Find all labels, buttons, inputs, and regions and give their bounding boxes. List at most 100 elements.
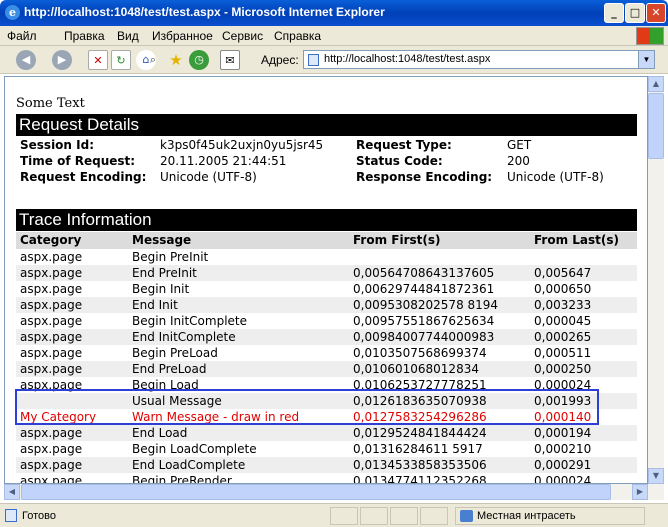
cell-message: Begin PreLoad <box>132 346 218 360</box>
cell-from-last: 0,000265 <box>534 330 592 344</box>
cell-message: End PreLoad <box>132 362 207 376</box>
windows-logo-icon <box>636 27 664 45</box>
request-type-label: Request Type: <box>356 138 452 152</box>
time-label: Time of Request: <box>20 154 136 168</box>
scroll-right-icon[interactable]: ▶ <box>632 484 648 500</box>
status-page-icon <box>5 509 17 522</box>
address-dropdown-icon[interactable]: ▼ <box>638 51 654 68</box>
cell-from-last: 0,000650 <box>534 282 592 296</box>
back-icon[interactable]: ◀ <box>16 50 36 70</box>
table-row: aspx.page End Init 0,0095308202578 8194 0,0… <box>16 297 637 313</box>
cell-from-first: 0,0129524841844424 <box>353 426 487 440</box>
intranet-icon <box>460 510 473 522</box>
cell-from-first: 0,0095308202578 8194 <box>353 298 499 312</box>
menu-view[interactable]: Вид <box>117 29 139 43</box>
menu-file[interactable]: Файл <box>7 29 37 43</box>
vertical-scrollbar[interactable]: ▲ ▼ <box>648 76 664 500</box>
address-input[interactable]: http://localhost:1048/test/test.aspx ▼ <box>303 50 655 69</box>
cell-message: Begin PreRender <box>132 474 232 484</box>
some-text: Some Text <box>16 96 85 111</box>
request-type-value: GET <box>507 138 532 152</box>
cell-from-first: 0,010601068012834 <box>353 362 479 376</box>
horizontal-scrollbar[interactable]: ◀ ▶ <box>4 484 648 500</box>
search-icon[interactable]: ⌕ <box>143 50 163 70</box>
stop-icon[interactable]: ✕ <box>88 50 108 70</box>
response-encoding-value: Unicode (UTF-8) <box>507 170 604 184</box>
cell-category: aspx.page <box>20 298 83 312</box>
cell-from-first: 0,00984007744000983 <box>353 330 495 344</box>
menu-favorites[interactable]: Избранное <box>152 29 213 43</box>
cell-category: aspx.page <box>20 474 83 484</box>
table-row: aspx.page End PreInit 0,00564708643137605 0… <box>16 265 637 281</box>
address-label: Адрес: <box>261 53 299 67</box>
page-icon <box>308 54 319 66</box>
cell-category: aspx.page <box>20 458 83 472</box>
time-value: 20.11.2005 21:44:51 <box>160 154 287 168</box>
forward-icon[interactable]: ▶ <box>52 50 72 70</box>
favorites-icon[interactable]: ★ <box>166 50 186 70</box>
table-row: aspx.page End PreLoad 0,010601068012834 0,0… <box>16 361 637 377</box>
status-bar: Готово Местная интрасеть <box>0 503 668 527</box>
cell-message: Begin InitComplete <box>132 314 248 328</box>
cell-message: End PreInit <box>132 266 197 280</box>
session-id-value: k3ps0f45uk2uxjn0yu5jsr45 <box>160 138 324 152</box>
refresh-icon[interactable]: ↻ <box>111 50 131 70</box>
cell-message: Begin LoadComplete <box>132 442 257 456</box>
request-encoding-value: Unicode (UTF-8) <box>160 170 257 184</box>
request-details-header: Request Details <box>16 114 637 136</box>
scroll-up-icon[interactable]: ▲ <box>648 76 664 92</box>
cell-from-first: 0,00564708643137605 <box>353 266 495 280</box>
cell-message: End Load <box>132 426 188 440</box>
scroll-left-icon[interactable]: ◀ <box>4 484 20 500</box>
cell-from-last: 0,003233 <box>534 298 592 312</box>
close-button[interactable]: ✕ <box>646 3 666 23</box>
menu-tools[interactable]: Сервис <box>222 29 263 43</box>
table-row: aspx.page Begin PreRender 0,01347741123522… <box>16 473 637 484</box>
horizontal-scroll-thumb[interactable] <box>21 484 611 500</box>
cell-from-first: 0,01316284611 5917 <box>353 442 483 456</box>
menu-help[interactable]: Справка <box>274 29 321 43</box>
table-row: aspx.page Begin LoadComplete 0,01316284611… <box>16 441 637 457</box>
cell-category: aspx.page <box>20 426 83 440</box>
cell-from-last: 0,000511 <box>534 346 592 360</box>
cell-from-first: 0,0134533858353506 <box>353 458 487 472</box>
session-id-label: Session Id: <box>20 138 94 152</box>
table-row: aspx.page Begin PreInit <box>16 249 637 265</box>
vertical-scroll-thumb[interactable] <box>648 93 664 159</box>
cell-message: End Init <box>132 298 178 312</box>
status-text: Готово <box>22 510 56 522</box>
table-row: aspx.page End LoadComplete 0,0134533858353… <box>16 457 637 473</box>
scroll-down-icon[interactable]: ▼ <box>648 468 664 484</box>
col-category: Category <box>20 233 82 247</box>
table-row: aspx.page Begin PreLoad 0,0103507568699374… <box>16 345 637 361</box>
cell-category: aspx.page <box>20 250 83 264</box>
cell-category: aspx.page <box>20 266 83 280</box>
table-row: aspx.page End Load 0,0129524841844424 0,000… <box>16 425 637 441</box>
page-content: Some Text Request Details Session Id: k3… <box>4 76 648 484</box>
zone-text: Местная интрасеть <box>477 510 576 522</box>
cell-message: End InitComplete <box>132 330 236 344</box>
minimize-button[interactable]: _ <box>604 3 624 23</box>
window-title: http://localhost:1048/test/test.aspx - M… <box>24 5 385 19</box>
history-icon[interactable]: ◷ <box>189 50 209 70</box>
status-segment <box>390 507 418 525</box>
cell-from-last: 0,000250 <box>534 362 592 376</box>
status-code-value: 200 <box>507 154 530 168</box>
status-code-label: Status Code: <box>356 154 443 168</box>
cell-from-last: 0,000210 <box>534 442 592 456</box>
request-encoding-label: Request Encoding: <box>20 170 147 184</box>
status-segment <box>360 507 388 525</box>
cell-category: aspx.page <box>20 442 83 456</box>
cell-from-first: 0,0103507568699374 <box>353 346 487 360</box>
cell-from-last: 0,000291 <box>534 458 592 472</box>
toolbar: ◀ ▶ ✕ ↻ ⌂ ⌕ ★ ◷ ✉ Адрес: http://localhos… <box>0 46 668 74</box>
trace-table-header: Category Message From First(s) From Last… <box>16 232 637 249</box>
mail-icon[interactable]: ✉ <box>220 50 240 70</box>
status-segment <box>330 507 358 525</box>
trace-information-header: Trace Information <box>16 209 637 231</box>
maximize-button[interactable]: □ <box>625 3 645 23</box>
menu-edit[interactable]: Правка <box>64 29 105 43</box>
cell-message: End LoadComplete <box>132 458 246 472</box>
table-row: aspx.page Begin InitComplete 0,00957551867… <box>16 313 637 329</box>
cell-from-first: 0,0134774112352268 <box>353 474 487 484</box>
